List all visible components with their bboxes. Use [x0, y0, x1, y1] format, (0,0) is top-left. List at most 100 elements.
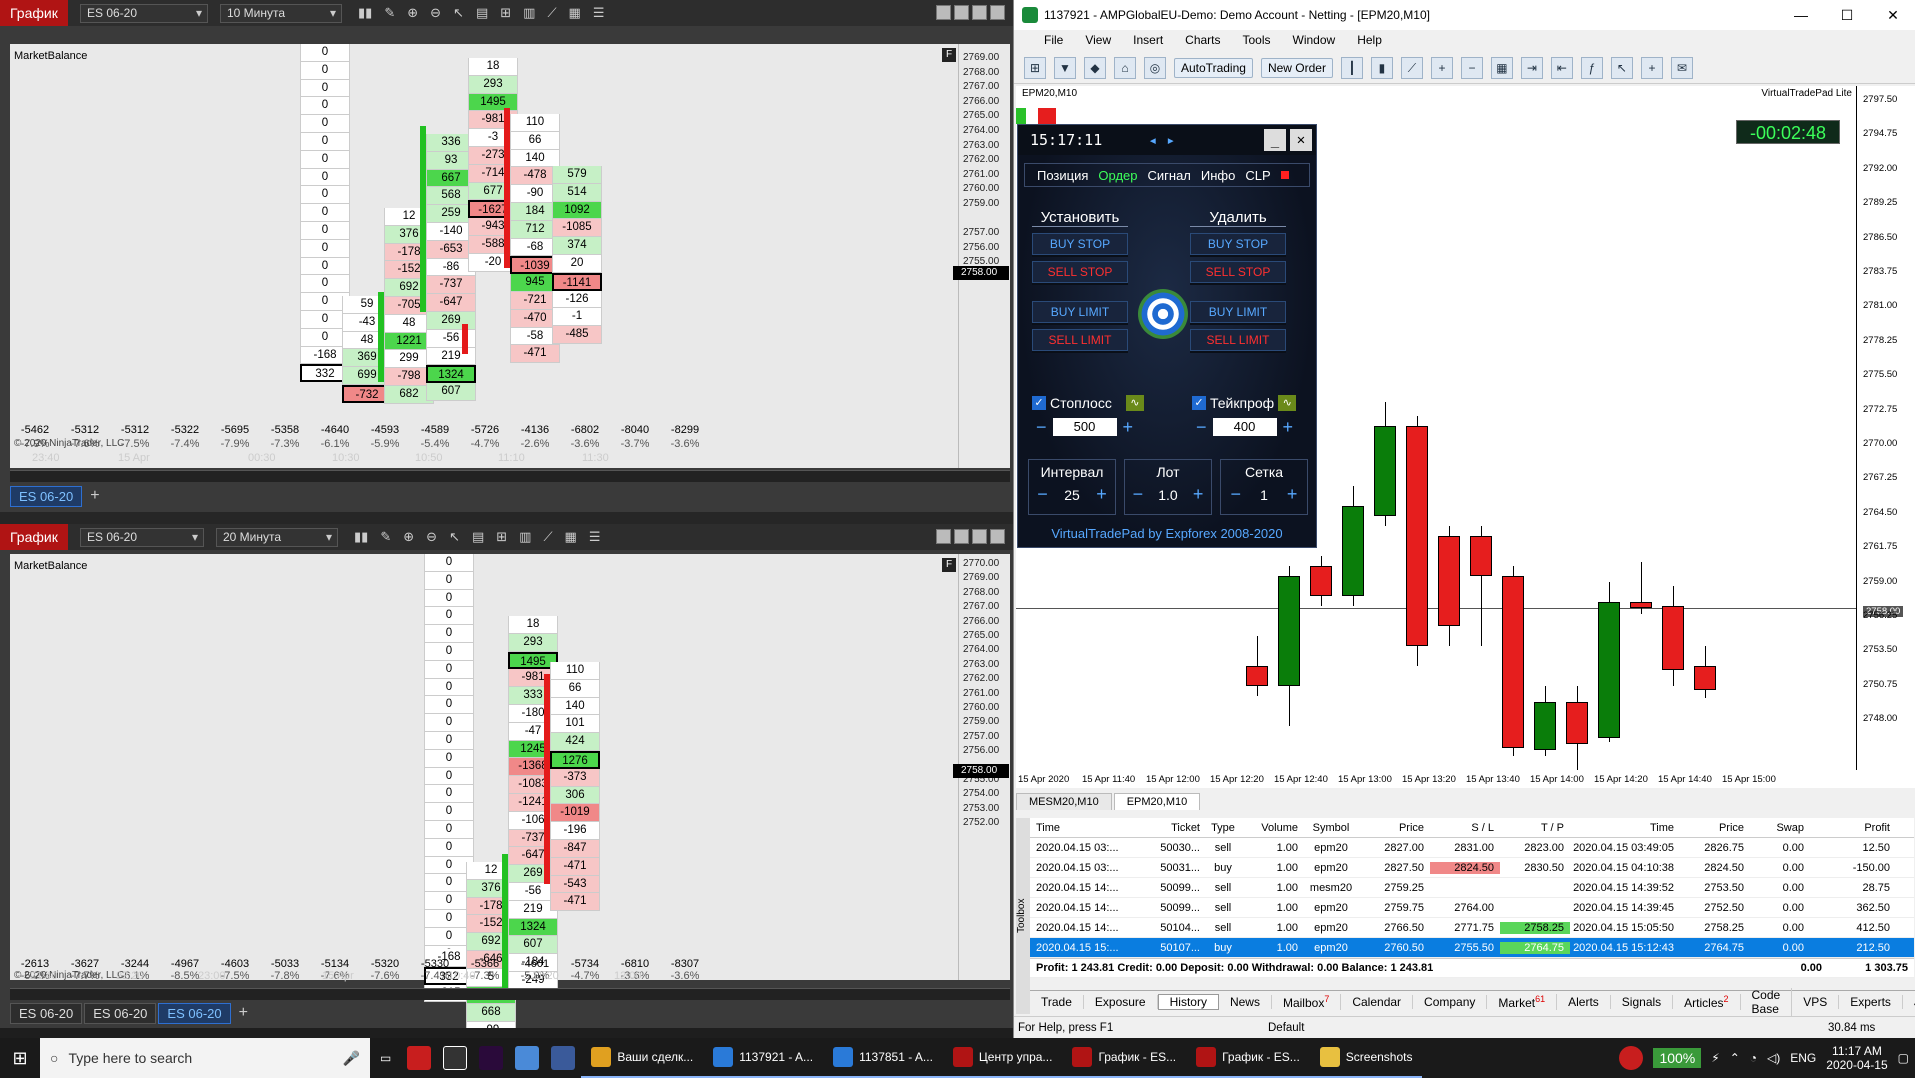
f-button[interactable]: F — [942, 558, 956, 572]
instrument-select[interactable]: ES 06-20 — [80, 3, 208, 23]
checkbox-icon[interactable]: ✓ — [1032, 396, 1046, 410]
table-row[interactable]: 2020.04.15 14:... 50104... sell 1.00 epm20 27… — [1030, 918, 1914, 938]
checkbox-icon[interactable]: ✓ — [1192, 396, 1206, 410]
column-header[interactable]: S / L — [1430, 822, 1500, 834]
zoom-out-icon[interactable]: ⊖ — [430, 5, 441, 21]
autotrading-button[interactable]: AutoTrading — [1174, 57, 1253, 78]
chart-tab[interactable]: MESM20,M10 — [1016, 793, 1112, 810]
notifications-icon[interactable]: ▢ — [1898, 1051, 1909, 1065]
zoom-in-icon[interactable]: ⊕ — [403, 529, 414, 545]
plus-icon[interactable]: + — [1287, 484, 1298, 505]
taskbar-app[interactable]: Ваши сделк... — [581, 1038, 704, 1078]
chart-trader-icon[interactable]: ▦ — [569, 5, 581, 21]
zoom-in-icon[interactable]: + — [1430, 56, 1453, 79]
taskbar-app[interactable]: Screenshots — [1309, 1038, 1423, 1078]
battery-indicator[interactable]: 100% — [1653, 1048, 1702, 1068]
stoploss-stepper[interactable]: − 500 + — [1036, 417, 1133, 437]
network-icon[interactable]: ◔ — [1750, 1051, 1757, 1065]
vtp-tab[interactable]: Позиция — [1037, 168, 1088, 183]
interval-value[interactable]: 25 — [1064, 487, 1080, 503]
new-chart-icon[interactable]: ⊞ — [1024, 56, 1046, 79]
grid-value[interactable]: 1 — [1260, 487, 1268, 503]
period-select[interactable]: 10 Минута — [220, 3, 342, 23]
delete-buy-limit-button[interactable]: BUY LIMIT — [1190, 301, 1286, 323]
signals-icon[interactable]: ◎ — [1144, 56, 1166, 79]
close-icon[interactable] — [990, 529, 1005, 544]
templates-icon[interactable]: ▤ — [472, 529, 484, 545]
delete-sell-limit-button[interactable]: SELL LIMIT — [1190, 329, 1286, 351]
bar-type-icon[interactable]: ▮▮ — [354, 529, 368, 545]
app-icon[interactable] — [551, 1046, 576, 1070]
indicators-icon[interactable]: ⟋ — [547, 5, 556, 21]
takeprofit-stepper[interactable]: − 400 + — [1196, 417, 1293, 437]
toolbox-tab-journ[interactable]: Journ — [1903, 995, 1915, 1009]
column-header[interactable]: Ticket — [1154, 822, 1206, 834]
toolbox-tab-articles[interactable]: Articles2 — [1673, 993, 1741, 1010]
data-box-icon[interactable]: ☰ — [593, 5, 605, 21]
takeprofit-value[interactable]: 400 — [1212, 418, 1277, 436]
table-row[interactable]: 2020.04.15 15:... 50107... buy 1.00 epm20 276… — [1030, 938, 1914, 958]
toolbox-label[interactable]: Toolbox — [1016, 818, 1030, 1014]
minus-icon[interactable]: − — [1231, 484, 1242, 505]
app-icon[interactable] — [443, 1046, 468, 1070]
set-buy-stop-button[interactable]: BUY STOP — [1032, 233, 1128, 255]
toolbox-tab-exposure[interactable]: Exposure — [1084, 994, 1158, 1009]
instrument-select[interactable]: ES 06-20 — [80, 527, 204, 547]
toolbox-tab-experts[interactable]: Experts — [1839, 994, 1903, 1009]
toolbox-tab-trade[interactable]: Trade — [1030, 994, 1084, 1009]
set-buy-limit-button[interactable]: BUY LIMIT — [1032, 301, 1128, 323]
vtp-arrows-icon[interactable]: ◂ ▸ — [1148, 131, 1175, 149]
minimize-icon[interactable] — [954, 5, 969, 20]
tray-expand-icon[interactable]: ⌃ — [1730, 1051, 1740, 1065]
toolbox-tab-news[interactable]: News — [1219, 994, 1272, 1009]
task-view-icon[interactable]: ▭ — [370, 1051, 401, 1065]
profiles-icon[interactable]: ▼ — [1054, 56, 1076, 79]
microphone-icon[interactable]: 🎤 — [343, 1050, 360, 1067]
column-header[interactable]: Time — [1570, 822, 1680, 834]
vtp-tab[interactable]: CLP — [1245, 168, 1270, 183]
line-chart-icon[interactable]: ⟋ — [1400, 56, 1423, 79]
takeprofit-checkbox[interactable]: ✓ Тейкпроф ∿ — [1192, 395, 1297, 411]
close-icon[interactable]: ✕ — [1870, 0, 1915, 30]
nt-chart-area-bottom[interactable]: MarketBalance F 00000000000000000000000-… — [10, 554, 958, 1028]
nt-window-title[interactable]: График — [0, 0, 68, 26]
snap-icon[interactable] — [936, 529, 951, 544]
minus-icon[interactable]: − — [1037, 484, 1048, 505]
add-tab-icon[interactable]: + — [233, 1004, 254, 1022]
data-box-icon[interactable]: ☰ — [589, 529, 601, 545]
plus-icon[interactable]: + — [1123, 418, 1134, 436]
toolbox-tab-calendar[interactable]: Calendar — [1341, 994, 1414, 1009]
tile-icon[interactable]: ▦ — [1490, 56, 1513, 79]
toolbox-tab-company[interactable]: Company — [1413, 994, 1488, 1009]
toolbox-tab-mailbox[interactable]: Mailbox7 — [1272, 993, 1342, 1010]
minus-icon[interactable]: − — [1036, 418, 1047, 436]
drawing-tool-icon[interactable]: ✎ — [380, 529, 391, 545]
chart-shift-icon[interactable]: ⇤ — [1550, 56, 1573, 79]
app-icon[interactable] — [407, 1046, 432, 1070]
volume-icon[interactable]: ◁) — [1767, 1051, 1780, 1065]
toolbox-tab-code-base[interactable]: Code Base — [1741, 987, 1793, 1016]
instrument-tab[interactable]: ES 06-20 — [10, 485, 83, 507]
drawing-tool-icon[interactable]: ✎ — [384, 5, 395, 21]
wave-icon[interactable]: ∿ — [1125, 395, 1144, 411]
app-tray-icon[interactable] — [1619, 1046, 1644, 1070]
column-header[interactable]: Price — [1680, 822, 1750, 834]
toolbox-tab-history[interactable]: History — [1157, 993, 1219, 1010]
minimize-icon[interactable] — [954, 529, 969, 544]
app-icon[interactable] — [515, 1046, 540, 1070]
delete-buy-stop-button[interactable]: BUY STOP — [1190, 233, 1286, 255]
windows-start-icon[interactable]: ⊞ — [0, 1048, 40, 1069]
minimize-icon[interactable]: — — [1778, 0, 1824, 30]
snap-icon[interactable] — [936, 5, 951, 20]
crosshair-icon[interactable]: + — [1640, 56, 1663, 79]
wave-icon[interactable]: ∿ — [1278, 395, 1297, 411]
candle-chart-icon[interactable]: ▮ — [1370, 56, 1393, 79]
column-header[interactable]: Time — [1030, 822, 1154, 834]
new-order-button[interactable]: New Order — [1260, 57, 1333, 78]
horizontal-scrollbar[interactable] — [10, 470, 1010, 482]
delete-sell-stop-button[interactable]: SELL STOP — [1190, 261, 1286, 283]
menu-item-help[interactable]: Help — [1357, 33, 1382, 47]
column-header[interactable]: Symbol — [1304, 822, 1364, 834]
close-icon[interactable]: ✕ — [1290, 129, 1312, 151]
column-header[interactable]: Volume — [1246, 822, 1304, 834]
